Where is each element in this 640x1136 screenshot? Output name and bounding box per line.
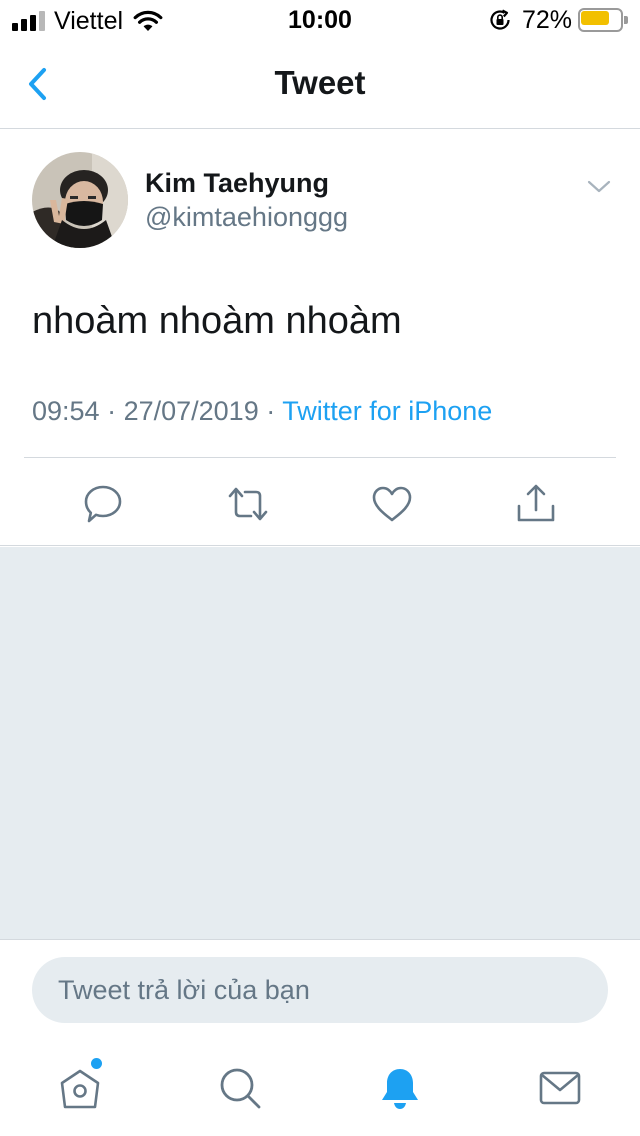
bottom-bar: Tweet trả lời của bạn bbox=[0, 939, 640, 1136]
like-icon[interactable] bbox=[370, 482, 414, 526]
messages-icon[interactable] bbox=[537, 1065, 583, 1111]
user-handle[interactable]: @kimtaehionggg bbox=[145, 202, 348, 233]
reply-input[interactable]: Tweet trả lời của bạn bbox=[32, 957, 608, 1023]
meta-separator: · bbox=[258, 396, 283, 426]
battery-percentage: 72% bbox=[521, 5, 572, 34]
tweet-source-link[interactable]: Twitter for iPhone bbox=[282, 396, 492, 426]
notification-dot bbox=[91, 1058, 102, 1069]
retweet-icon[interactable] bbox=[226, 482, 270, 526]
meta-separator: · bbox=[99, 396, 124, 426]
search-icon[interactable] bbox=[217, 1065, 263, 1111]
display-name[interactable]: Kim Taehyung bbox=[145, 168, 329, 199]
notifications-icon[interactable] bbox=[377, 1065, 423, 1111]
status-right: 72% bbox=[488, 5, 628, 34]
tweet-time: 09:54 bbox=[32, 396, 100, 426]
share-icon[interactable] bbox=[514, 482, 558, 526]
replies-area bbox=[0, 547, 640, 939]
divider bbox=[24, 457, 616, 458]
reply-icon[interactable] bbox=[81, 482, 125, 526]
orientation-lock-icon bbox=[490, 9, 510, 30]
avatar[interactable] bbox=[32, 152, 128, 248]
tweet-detail: Kim Taehyung @kimtaehionggg nhoàm nhoàm … bbox=[0, 130, 640, 546]
page-title: Tweet bbox=[274, 64, 366, 101]
reply-placeholder: Tweet trả lời của bạn bbox=[58, 975, 310, 1005]
navigation-bar: Tweet bbox=[0, 40, 640, 129]
tweet-date: 27/07/2019 bbox=[123, 396, 259, 426]
status-bar: Viettel 10:00 72% bbox=[0, 0, 640, 40]
battery-icon bbox=[578, 8, 628, 32]
home-icon[interactable] bbox=[57, 1065, 103, 1111]
tweet-metadata: 09:54 · 27/07/2019 · Twitter for iPhone bbox=[32, 396, 492, 427]
tweet-text: nhoàm nhoàm nhoàm bbox=[32, 300, 402, 342]
chevron-down-icon[interactable] bbox=[584, 176, 614, 198]
